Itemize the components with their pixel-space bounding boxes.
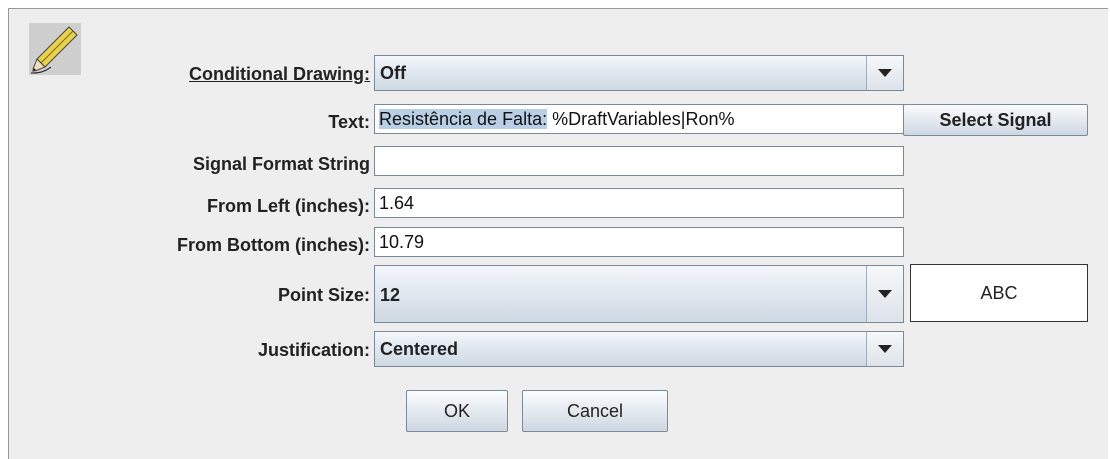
from-bottom-field[interactable]: 10.79 — [374, 227, 904, 257]
text-selected-portion: Resistência de Falta: — [379, 109, 548, 129]
conditional-drawing-combo[interactable]: Off — [374, 55, 904, 91]
chevron-down-icon[interactable] — [866, 266, 903, 322]
justification-value: Centered — [380, 339, 459, 359]
conditional-drawing-label: Conditional Drawing: — [189, 64, 370, 84]
point-size-label: Point Size: — [277, 285, 370, 305]
chevron-down-icon[interactable] — [866, 56, 903, 90]
pencil-icon — [29, 23, 81, 75]
justification-label: Justification: — [257, 340, 370, 360]
cancel-button[interactable]: Cancel — [522, 390, 668, 432]
ok-button[interactable]: OK — [406, 390, 508, 432]
signal-format-label: Signal Format String — [192, 154, 370, 174]
justification-combo[interactable]: Centered — [374, 331, 904, 367]
text-remaining-portion: %DraftVariables|Ron% — [547, 109, 735, 129]
font-preview-box: ABC — [910, 264, 1088, 322]
from-bottom-label: From Bottom (inches): — [177, 235, 370, 255]
signal-format-field[interactable] — [374, 146, 904, 176]
conditional-drawing-value: Off — [380, 63, 406, 83]
text-label: Text: — [328, 112, 370, 132]
from-left-label: From Left (inches): — [206, 196, 370, 216]
from-left-field[interactable]: 1.64 — [374, 188, 904, 218]
point-size-combo[interactable]: 12 — [374, 265, 904, 323]
point-size-value: 12 — [380, 285, 401, 305]
select-signal-button[interactable]: Select Signal — [903, 104, 1088, 136]
text-properties-dialog: Conditional Drawing: Off Text: Resistênc… — [8, 8, 1108, 459]
text-field[interactable]: Resistência de Falta: %DraftVariables|Ro… — [374, 104, 904, 134]
chevron-down-icon[interactable] — [866, 332, 903, 366]
